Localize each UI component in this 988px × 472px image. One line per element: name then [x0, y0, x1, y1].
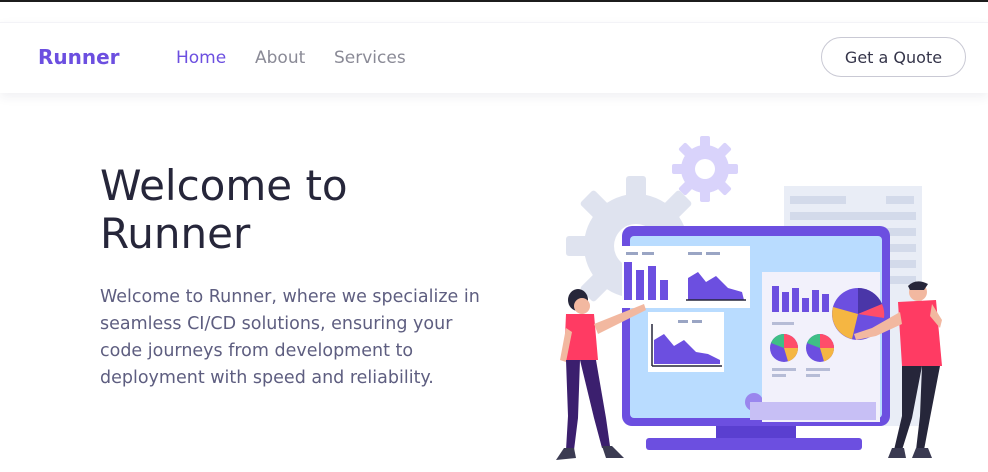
gear-icon — [672, 136, 738, 202]
hero-description: Welcome to Runner, where we specialize i… — [100, 287, 480, 388]
pie-chart — [770, 334, 798, 362]
get-quote-button[interactable]: Get a Quote — [821, 37, 966, 77]
area-chart — [648, 312, 724, 372]
brand-logo[interactable]: Runner — [38, 45, 120, 69]
nav-link-home[interactable]: Home — [176, 48, 226, 68]
nav-link-services[interactable]: Services — [334, 48, 406, 68]
navbar: Runner Home About Services Get a Quote — [0, 22, 988, 93]
pie-chart — [806, 334, 834, 362]
hero-illustration — [556, 136, 942, 460]
hero-title: Welcome to Runner — [100, 161, 348, 258]
window-top-border — [0, 0, 988, 2]
nav-link-about[interactable]: About — [255, 48, 305, 68]
